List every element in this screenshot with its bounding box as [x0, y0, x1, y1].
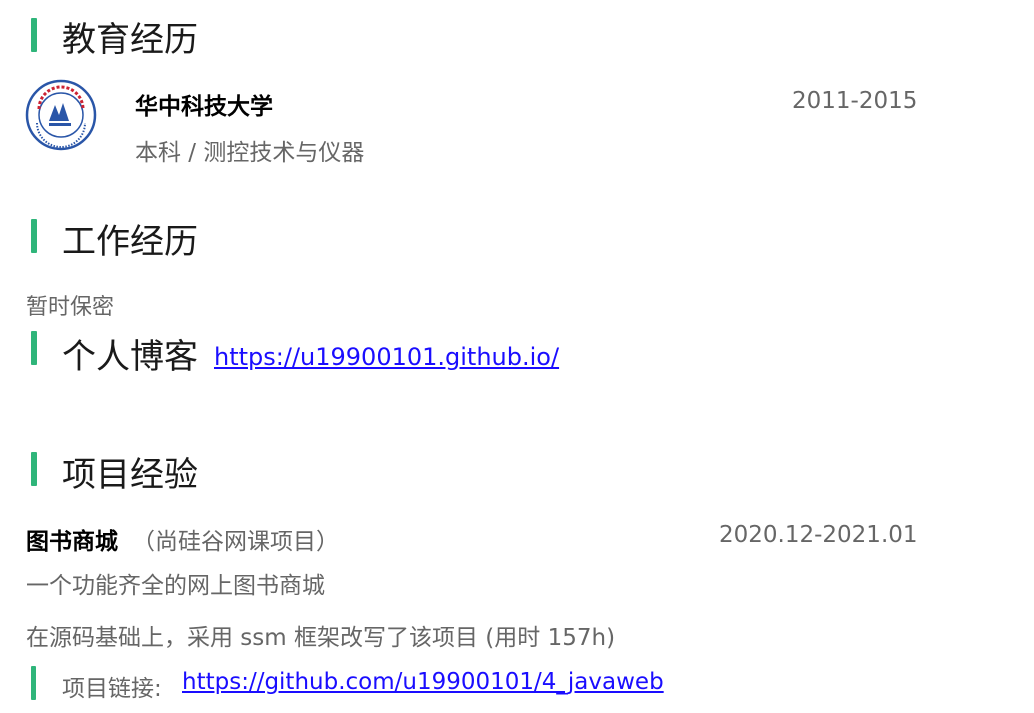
work-heading: 工作经历: [62, 222, 198, 262]
project-detail: 在源码基础上，采用 ssm 框架改写了该项目 (用时 157h): [26, 625, 616, 651]
projects-heading: 项目经验: [62, 455, 198, 495]
project-name: 图书商城: [26, 529, 118, 555]
section-marker: [31, 219, 37, 253]
project-source: （尚硅谷网课项目）: [132, 529, 339, 555]
section-marker: [31, 452, 37, 486]
university-seal-icon: [25, 79, 97, 151]
project-link[interactable]: https://github.com/u19900101/4_javaweb: [182, 669, 664, 695]
project-description: 一个功能齐全的网上图书商城: [26, 573, 325, 599]
blog-heading: 个人博客: [62, 337, 198, 377]
work-text: 暂时保密: [26, 295, 115, 320]
education-heading: 教育经历: [62, 20, 198, 60]
education-years: 2011-2015: [792, 88, 918, 114]
school-name: 华中科技大学: [135, 94, 273, 120]
quote-marker: [31, 666, 36, 700]
project-link-label: 项目链接:: [62, 676, 162, 702]
section-marker: [31, 18, 37, 52]
blog-link[interactable]: https://u19900101.github.io/: [214, 343, 559, 371]
degree-major: 本科 / 测控技术与仪器: [135, 140, 365, 166]
project-dates: 2020.12-2021.01: [719, 522, 918, 548]
section-marker: [31, 331, 37, 365]
